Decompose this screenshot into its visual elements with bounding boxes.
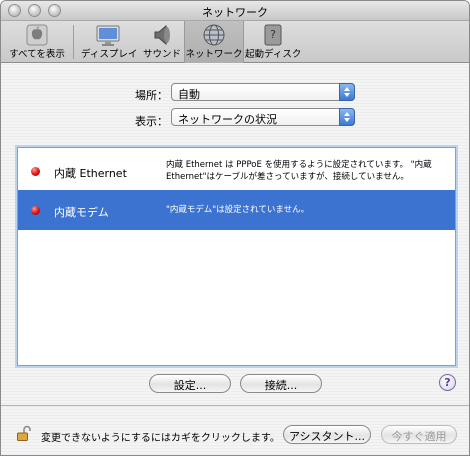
help-button[interactable]: ?	[439, 374, 456, 391]
show-value: ネットワークの状況	[178, 113, 277, 126]
interface-name: 内蔵モデム	[54, 206, 109, 219]
network-globe-icon	[203, 24, 225, 46]
speaker-icon	[154, 24, 170, 46]
divider	[1, 405, 469, 406]
lock-icon[interactable]	[17, 425, 31, 441]
title-bar: ネットワーク	[1, 1, 469, 21]
window-title: ネットワーク	[202, 6, 268, 19]
startup-disk-icon: ?	[264, 24, 282, 46]
popup-arrows-icon	[339, 83, 355, 101]
toolbar-label: ディスプレイ	[81, 49, 138, 60]
list-item[interactable]: 内蔵 Ethernet 内蔵 Ethernet は PPPoE を使用するように…	[18, 152, 455, 192]
interface-description: "内蔵モデム"は設定されていません。	[166, 205, 310, 215]
toolbar-separator	[73, 25, 74, 59]
interface-name: 内蔵 Ethernet	[54, 167, 127, 180]
toolbar-startup-disk[interactable]: ? 起動ディスク	[245, 21, 301, 63]
status-red-icon	[31, 206, 40, 215]
display-icon	[96, 25, 120, 46]
lock-message: 変更できないようにするにはカギをクリックします。	[41, 433, 280, 444]
network-status-list[interactable]: 内蔵 Ethernet 内蔵 Ethernet は PPPoE を使用するように…	[17, 147, 456, 366]
toolbar-network[interactable]: ネットワーク	[184, 21, 244, 63]
configure-button[interactable]: 設定...	[149, 374, 231, 393]
location-label: 場所：	[135, 89, 168, 102]
toolbar-label: 起動ディスク	[245, 49, 302, 60]
svg-text:?: ?	[270, 28, 276, 41]
toolbar-label: すべてを表示	[9, 49, 65, 60]
show-label: 表示：	[135, 115, 168, 128]
location-value: 自動	[178, 88, 200, 101]
status-red-icon	[31, 167, 40, 176]
toolbar: すべてを表示 ディスプレイ サウンド ネットワーク ? 起動ディスク	[1, 21, 469, 63]
interface-description: 内蔵 Ethernet は PPPoE を使用するように設定されています。 "内…	[166, 160, 432, 182]
apply-now-button[interactable]: 今すぐ適用	[381, 425, 457, 444]
show-all-icon	[26, 24, 48, 46]
assistant-button[interactable]: アシスタント...	[283, 425, 371, 444]
toolbar-sound[interactable]: サウンド	[139, 21, 185, 63]
show-popup[interactable]: ネットワークの状況	[171, 108, 355, 126]
toolbar-display[interactable]: ディスプレイ	[81, 21, 138, 63]
location-popup[interactable]: 自動	[171, 83, 355, 101]
toolbar-label: ネットワーク	[185, 49, 243, 60]
popup-arrows-icon	[339, 108, 355, 126]
connect-button[interactable]: 接続...	[240, 374, 322, 393]
network-preferences-window: ネットワーク すべてを表示 ディスプレイ サウンド ネットワーク ? 起動ディス…	[0, 0, 470, 456]
list-item[interactable]: 内蔵モデム "内蔵モデム"は設定されていません。	[18, 190, 455, 230]
toolbar-show-all[interactable]: すべてを表示	[5, 21, 69, 63]
toolbar-label: サウンド	[142, 49, 181, 60]
